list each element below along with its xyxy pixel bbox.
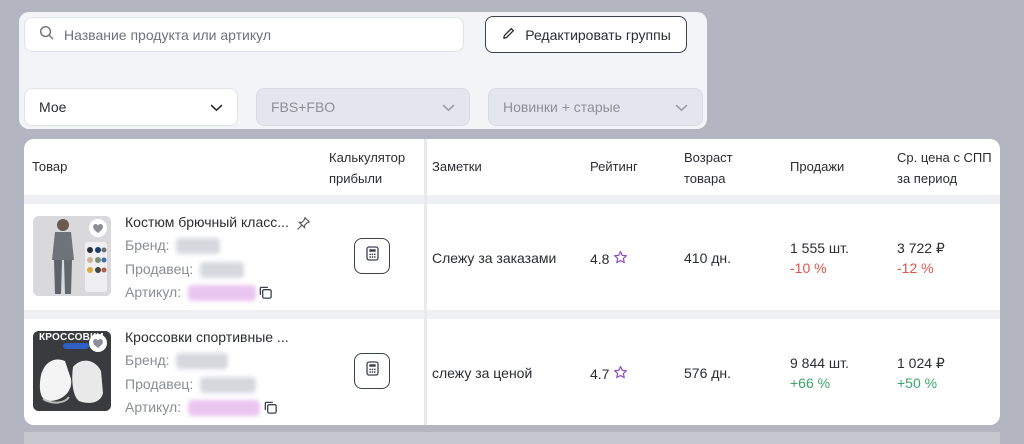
rating-value: 4.8 — [590, 251, 610, 267]
group-select[interactable]: Мое — [24, 88, 238, 126]
star-icon — [613, 250, 628, 268]
novelty-select[interactable]: Новинки + старые — [488, 88, 703, 126]
next-row-edge — [24, 432, 1000, 444]
header-product[interactable]: Товар — [32, 156, 67, 177]
profit-calculator-button[interactable] — [354, 353, 390, 389]
header-avg-price-line2: за период — [897, 171, 958, 186]
header-calculator-line1: Калькулятор — [329, 150, 406, 165]
redacted-brand — [176, 353, 229, 370]
products-table: Товар Калькулятор прибыли Заметки Рейтин… — [24, 139, 1000, 425]
avg-price-value: 1 024 ₽ — [897, 355, 945, 371]
group-select-value: Мое — [39, 99, 67, 115]
filter-panel: Редактировать группы Мое FBS+FBO Новинки… — [19, 12, 707, 129]
pencil-icon — [501, 26, 525, 44]
column-divider — [424, 139, 427, 425]
seller-label: Продавец: — [125, 261, 194, 277]
product-age: 576 дн. — [684, 365, 732, 381]
row-divider — [24, 310, 1000, 319]
sku-line: Артикул: — [125, 284, 256, 302]
novelty-select-value: Новинки + старые — [503, 99, 621, 115]
header-avg-price[interactable]: Ср. цена с СПП за период — [897, 147, 992, 189]
header-age-line1: Возраст — [684, 150, 733, 165]
sales-change: +66 % — [790, 375, 831, 391]
edit-groups-label: Редактировать группы — [525, 26, 671, 43]
redacted-brand — [176, 238, 221, 255]
header-age-line2: товара — [684, 171, 726, 186]
rating-cell: 4.7 — [590, 365, 628, 383]
fulfillment-select[interactable]: FBS+FBO — [256, 88, 470, 126]
sku-label: Артикул: — [125, 284, 182, 300]
search-icon — [39, 25, 54, 45]
header-calculator[interactable]: Калькулятор прибыли — [329, 147, 405, 189]
redacted-seller — [200, 377, 257, 394]
header-rating[interactable]: Рейтинг — [590, 156, 638, 177]
edit-groups-button[interactable]: Редактировать группы — [485, 16, 687, 53]
rating-value: 4.7 — [590, 366, 610, 382]
search-box[interactable] — [24, 17, 464, 52]
calculator-icon — [365, 246, 379, 266]
brand-line: Бренд: — [125, 237, 221, 255]
seller-label: Продавец: — [125, 376, 194, 392]
sales-value: 1 555 шт. — [790, 240, 849, 256]
header-sales[interactable]: Продажи — [790, 156, 844, 177]
product-thumbnail[interactable]: КРОССОВКИ — [33, 331, 111, 411]
note-text[interactable]: Слежу за заказами — [432, 250, 556, 266]
copy-icon[interactable] — [263, 400, 278, 420]
header-avg-price-line1: Ср. цена с СПП — [897, 150, 992, 165]
profit-calculator-button[interactable] — [354, 238, 390, 274]
redacted-sku — [187, 285, 256, 302]
favorite-heart-icon[interactable] — [89, 334, 107, 352]
rating-cell: 4.8 — [590, 250, 628, 268]
sales-value: 9 844 шт. — [790, 355, 849, 371]
brand-label: Бренд: — [125, 352, 170, 368]
seller-line: Продавец: — [125, 261, 245, 279]
sku-label: Артикул: — [125, 399, 182, 415]
product-name[interactable]: Кроссовки спортивные ... — [125, 329, 289, 345]
row-divider — [24, 195, 1000, 204]
chevron-down-icon — [675, 99, 688, 115]
brand-label: Бренд: — [125, 237, 170, 253]
sku-line: Артикул: — [125, 399, 260, 417]
product-thumbnail[interactable] — [33, 216, 111, 296]
note-text[interactable]: слежу за ценой — [432, 365, 532, 381]
avg-price-change: -12 % — [897, 260, 934, 276]
pin-icon[interactable] — [296, 216, 311, 236]
brand-line: Бренд: — [125, 352, 229, 370]
copy-icon[interactable] — [258, 285, 273, 305]
avg-price-value: 3 722 ₽ — [897, 240, 945, 256]
calculator-icon — [365, 361, 379, 381]
product-name[interactable]: Костюм брючный класс... — [125, 214, 289, 230]
header-age[interactable]: Возраст товара — [684, 147, 733, 189]
chevron-down-icon — [210, 99, 223, 115]
star-icon — [613, 365, 628, 383]
favorite-heart-icon[interactable] — [89, 219, 107, 237]
sales-change: -10 % — [790, 260, 827, 276]
redacted-sku — [187, 400, 260, 417]
header-calculator-line2: прибыли — [329, 171, 383, 186]
header-notes[interactable]: Заметки — [432, 156, 482, 177]
chevron-down-icon — [442, 99, 455, 115]
fulfillment-select-value: FBS+FBO — [271, 99, 336, 115]
product-age: 410 дн. — [684, 250, 732, 266]
avg-price-change: +50 % — [897, 375, 938, 391]
seller-line: Продавец: — [125, 376, 257, 394]
redacted-seller — [200, 262, 245, 279]
search-input[interactable] — [62, 25, 446, 44]
